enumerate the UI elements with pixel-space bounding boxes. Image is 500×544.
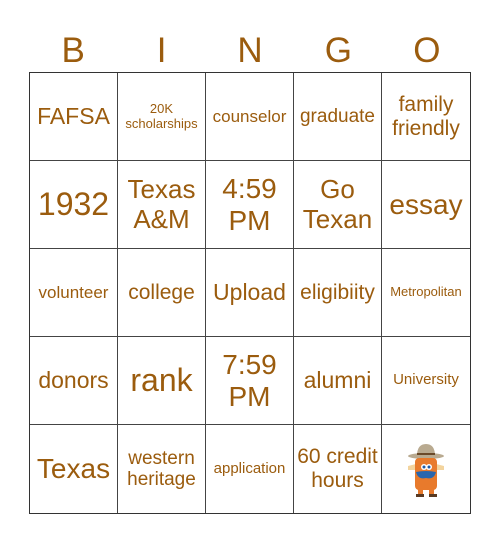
bingo-header: B I N G O <box>29 30 471 72</box>
bingo-cell[interactable]: rank <box>118 337 206 425</box>
bingo-cell[interactable]: 60 credit hours <box>294 425 382 513</box>
bingo-cell[interactable]: Metropolitan <box>382 249 470 337</box>
bingo-cell[interactable]: western heritage <box>118 425 206 513</box>
bingo-cell[interactable]: Upload <box>206 249 294 337</box>
bingo-cell[interactable]: family friendly <box>382 73 470 161</box>
bingo-cell[interactable]: graduate <box>294 73 382 161</box>
header-letter-b: B <box>61 31 85 70</box>
bingo-cell[interactable]: Go Texan <box>294 161 382 249</box>
bingo-cell[interactable]: volunteer <box>30 249 118 337</box>
bingo-cell[interactable]: Texas <box>30 425 118 513</box>
bingo-cell[interactable]: University <box>382 337 470 425</box>
bingo-cell[interactable]: Texas A&M <box>118 161 206 249</box>
header-letter-i: I <box>156 31 167 70</box>
free-space-cell[interactable] <box>382 425 470 513</box>
header-letter-g: G <box>324 31 353 70</box>
bingo-cell[interactable]: alumni <box>294 337 382 425</box>
bingo-cell[interactable]: college <box>118 249 206 337</box>
bingo-cell[interactable]: eligibiity <box>294 249 382 337</box>
bingo-cell[interactable]: counselor <box>206 73 294 161</box>
bingo-cell[interactable]: application <box>206 425 294 513</box>
bingo-grid: FAFSA 20K scholarships counselor graduat… <box>29 72 471 514</box>
bingo-cell[interactable]: essay <box>382 161 470 249</box>
header-letter-n: N <box>237 31 263 70</box>
bingo-cell[interactable]: 1932 <box>30 161 118 249</box>
cowboy-mascot-icon <box>408 444 444 497</box>
bingo-cell[interactable]: 20K scholarships <box>118 73 206 161</box>
bingo-cell[interactable]: 7:59 PM <box>206 337 294 425</box>
header-letter-o: O <box>413 31 441 70</box>
bingo-cell[interactable]: FAFSA <box>30 73 118 161</box>
bingo-cell[interactable]: 4:59 PM <box>206 161 294 249</box>
bingo-cell[interactable]: donors <box>30 337 118 425</box>
